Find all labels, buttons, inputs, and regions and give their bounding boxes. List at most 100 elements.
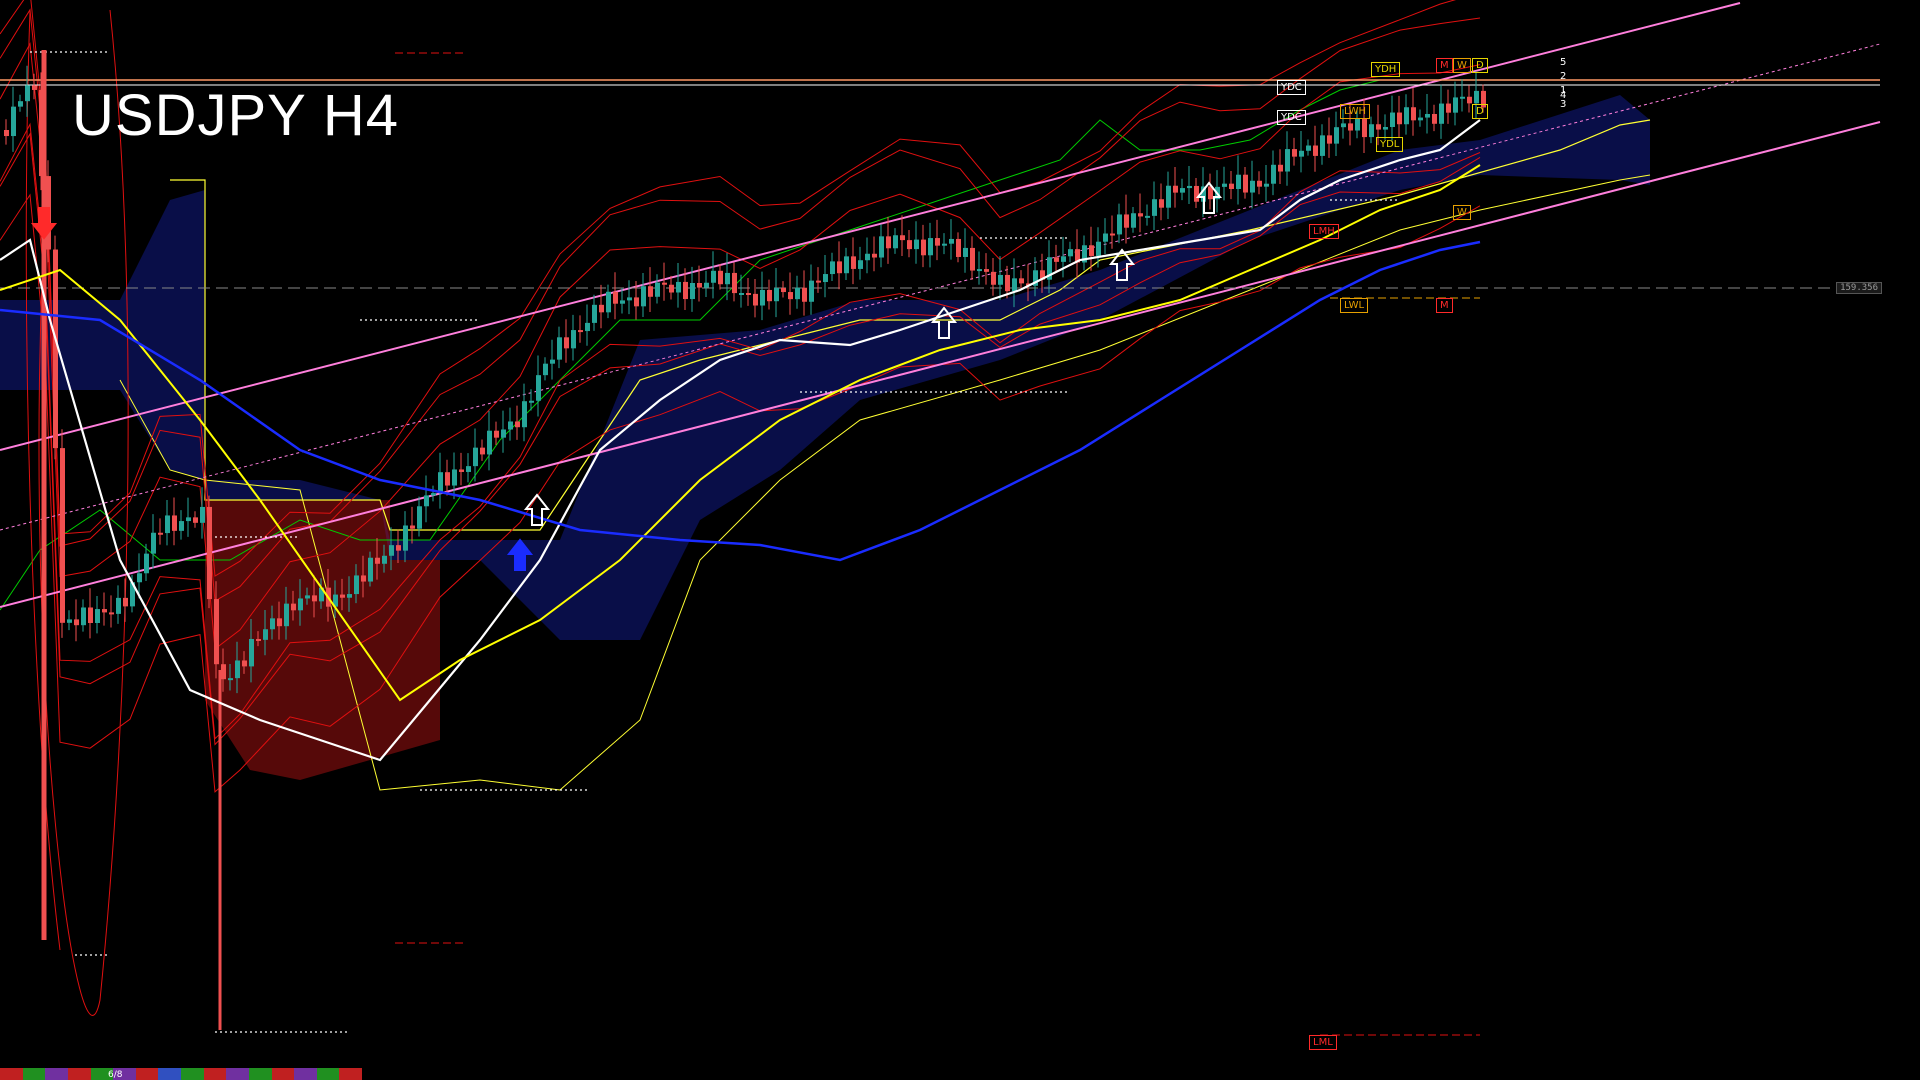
level-label: LWL xyxy=(1340,298,1369,313)
bull-candle xyxy=(963,247,968,257)
strip-cell xyxy=(158,1068,181,1080)
bear-candle xyxy=(1005,274,1010,292)
bear-candle xyxy=(746,293,751,296)
bear-candle xyxy=(921,239,926,256)
bull-candle xyxy=(1383,126,1388,130)
bear-candle xyxy=(480,447,485,455)
bull-candle xyxy=(655,282,660,297)
level-label: LML xyxy=(1309,1035,1337,1050)
bull-candle xyxy=(1061,256,1066,262)
bull-candle xyxy=(263,629,268,640)
bear-candle xyxy=(1446,103,1451,113)
bull-candle xyxy=(1341,123,1346,128)
bull-candle xyxy=(354,575,359,595)
chart-area[interactable]: USDJPY H4 159.356 YDH YDC YDC LWH YDL LMH LWL M… xyxy=(0,0,1920,1080)
level-label: W xyxy=(1453,58,1471,73)
bear-candle xyxy=(221,664,226,680)
bull-candle xyxy=(879,236,884,258)
symbol-timeframe-title: USDJPY H4 xyxy=(72,83,400,148)
level-label: D xyxy=(1472,104,1488,119)
bull-candle xyxy=(977,269,982,272)
bull-candle xyxy=(438,472,443,494)
bear-candle xyxy=(578,330,583,333)
bull-candle xyxy=(557,337,562,360)
level-label: M xyxy=(1436,58,1453,73)
sell-arrow-icon xyxy=(30,207,58,240)
bull-candle xyxy=(711,270,716,283)
bull-candle xyxy=(1117,214,1122,235)
bear-candle xyxy=(53,249,58,449)
bull-candle xyxy=(1131,213,1136,228)
bear-candle xyxy=(1411,107,1416,121)
bull-candle xyxy=(165,515,170,534)
bear-candle xyxy=(767,289,772,302)
bull-candle xyxy=(522,401,527,428)
bear-candle xyxy=(1089,245,1094,256)
bull-candle xyxy=(1474,90,1479,104)
bull-candle xyxy=(1320,135,1325,156)
bull-candle xyxy=(942,243,947,246)
bull-candle xyxy=(606,291,611,313)
bull-candle xyxy=(466,466,471,472)
bear-candle xyxy=(242,660,247,667)
bull-candle xyxy=(179,521,184,531)
bull-candle xyxy=(1068,249,1073,257)
bull-candle xyxy=(823,274,828,283)
bear-candle xyxy=(396,545,401,551)
bull-candle xyxy=(284,603,289,627)
bear-candle xyxy=(1327,135,1332,144)
strip-cell xyxy=(271,1068,295,1080)
bear-candle xyxy=(851,256,856,269)
bear-candle xyxy=(109,612,114,615)
bear-candle xyxy=(1194,185,1199,202)
bull-candle xyxy=(431,493,436,496)
bull-candle xyxy=(1453,97,1458,113)
bull-candle xyxy=(508,421,513,430)
bear-candle xyxy=(956,238,961,257)
bear-candle xyxy=(683,281,688,300)
bear-candle xyxy=(564,337,569,349)
bull-candle xyxy=(452,469,457,486)
bull-candle xyxy=(389,545,394,556)
bull-candle xyxy=(249,638,254,667)
level-label: LMH xyxy=(1309,224,1339,239)
bear-candle xyxy=(193,517,198,523)
strip-cell xyxy=(22,1068,46,1080)
price-chart[interactable] xyxy=(0,0,1920,1080)
bear-candle xyxy=(158,532,163,535)
strip-cell xyxy=(226,1068,249,1080)
bear-candle xyxy=(1313,145,1318,156)
bull-candle xyxy=(417,506,422,529)
bear-candle xyxy=(886,236,891,249)
level-label: D xyxy=(1472,58,1488,73)
bear-candle xyxy=(445,472,450,486)
bull-candle xyxy=(774,287,779,302)
bull-candle xyxy=(1264,183,1269,187)
bear-candle xyxy=(1110,233,1115,236)
bull-candle xyxy=(1439,103,1444,124)
bear-candle xyxy=(781,287,786,293)
bull-candle xyxy=(270,618,275,630)
bull-candle xyxy=(403,525,408,551)
level-label: YDH xyxy=(1371,62,1401,77)
bear-candle xyxy=(340,594,345,598)
bull-candle xyxy=(151,532,156,554)
bull-candle xyxy=(725,272,730,285)
current-price-tag: 159.356 xyxy=(1836,282,1882,294)
bear-candle xyxy=(88,607,93,624)
strip-cell xyxy=(294,1068,317,1080)
bear-candle xyxy=(1348,123,1353,131)
bear-candle xyxy=(494,430,499,438)
bear-candle xyxy=(277,618,282,627)
bear-candle xyxy=(935,238,940,246)
bull-candle xyxy=(641,286,646,307)
status-strip xyxy=(0,1068,362,1080)
bear-candle xyxy=(669,284,674,293)
bull-candle xyxy=(529,400,534,403)
bear-candle xyxy=(697,283,702,288)
bull-candle xyxy=(1012,278,1017,292)
bull-candle xyxy=(18,101,23,107)
strip-cell xyxy=(248,1068,272,1080)
bear-candle xyxy=(1432,113,1437,124)
bull-candle xyxy=(1369,124,1374,138)
